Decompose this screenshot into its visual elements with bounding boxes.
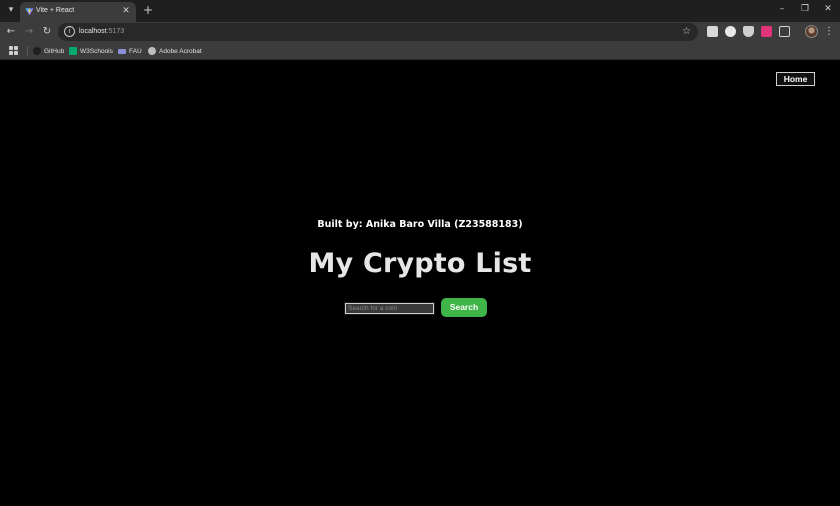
reload-icon[interactable]: ↻ (40, 25, 54, 39)
back-icon[interactable]: ← (4, 25, 18, 39)
tab-active[interactable]: Vite + React ✕ (20, 2, 136, 22)
profile-avatar[interactable] (805, 25, 818, 38)
bookmark-fau[interactable]: FAU (118, 44, 142, 58)
extension-page-icon[interactable] (707, 26, 718, 37)
tab-strip: ▾ Vite + React ✕ + – ❐ ✕ (0, 0, 840, 22)
url-port: :5173 (106, 28, 125, 35)
bookmarks-divider (27, 46, 28, 56)
apps-grid-icon[interactable] (9, 46, 18, 55)
site-info-icon[interactable]: i (64, 26, 75, 37)
browser-menu-icon[interactable]: ⋮ (824, 25, 834, 39)
bookmark-label: W3Schools (80, 47, 113, 55)
bookmark-adobe-acrobat[interactable]: Adobe Acrobat (148, 44, 202, 58)
extension-s-icon[interactable] (725, 26, 736, 37)
w3schools-icon (69, 47, 77, 55)
vite-icon (25, 7, 34, 16)
bookmark-github[interactable]: GitHub (33, 44, 64, 58)
bookmarks-bar: GitHub W3Schools FAU Adobe Acrobat (0, 42, 840, 60)
new-tab-icon[interactable]: + (141, 3, 155, 17)
url-host: localhost (79, 28, 107, 35)
built-by-text: Built by: Anika Baro Villa (Z23588183) (317, 219, 523, 230)
url-text[interactable]: localhost:5173 (79, 26, 124, 38)
fau-icon (118, 48, 126, 54)
extension-g-icon[interactable] (761, 26, 772, 37)
page-title: My Crypto List (308, 248, 532, 279)
tab-title: Vite + React (36, 7, 75, 14)
browser-window: ▾ Vite + React ✕ + – ❐ ✕ ← → ↻ i localho… (0, 0, 840, 506)
forward-icon[interactable]: → (22, 25, 36, 39)
bookmark-label: Adobe Acrobat (159, 47, 202, 55)
address-bar[interactable]: i localhost:5173 ☆ (58, 23, 698, 41)
extension-shield-icon[interactable] (743, 26, 754, 37)
browser-toolbar: ← → ↻ i localhost:5173 ☆ ⋮ (0, 22, 840, 42)
page-content: Home Built by: Anika Baro Villa (Z235881… (0, 61, 840, 506)
minimize-icon[interactable]: – (775, 2, 789, 16)
close-window-icon[interactable]: ✕ (821, 2, 835, 16)
bookmark-w3schools[interactable]: W3Schools (69, 44, 113, 58)
tab-close-icon[interactable]: ✕ (120, 5, 132, 17)
search-button[interactable]: Search (441, 298, 487, 317)
bookmark-label: GitHub (44, 47, 65, 55)
search-input[interactable] (344, 302, 435, 315)
github-icon (33, 47, 41, 55)
home-button[interactable]: Home (776, 72, 815, 86)
bookmark-star-icon[interactable]: ☆ (682, 25, 691, 39)
extensions-puzzle-icon[interactable] (779, 26, 790, 37)
bookmark-label: FAU (129, 47, 142, 55)
restore-icon[interactable]: ❐ (798, 2, 812, 16)
acrobat-icon (148, 47, 156, 55)
tab-search-menu-icon[interactable]: ▾ (4, 3, 18, 17)
